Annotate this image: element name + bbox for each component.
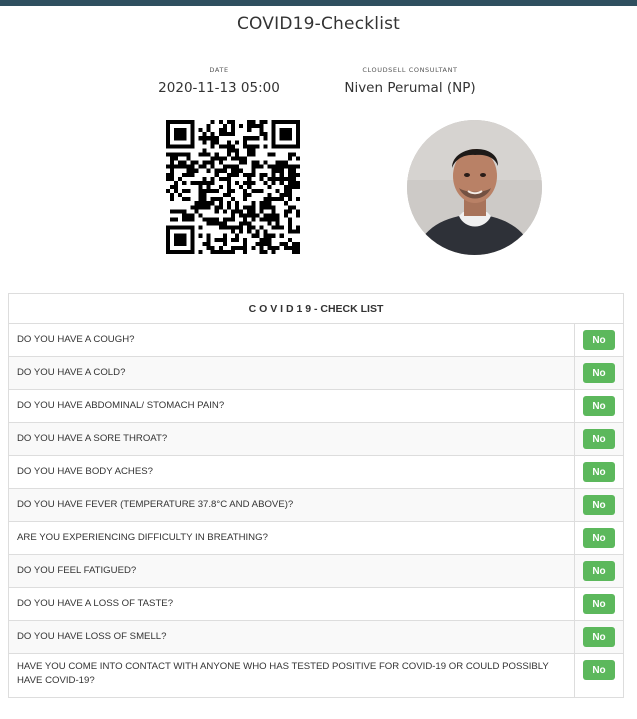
- answer-badge: No: [583, 330, 615, 350]
- date-value: 2020-11-13 05:00: [158, 80, 280, 96]
- answer-badge: No: [583, 561, 615, 581]
- answer-badge: No: [583, 429, 615, 449]
- table-row: DO YOU HAVE A COLD? No: [9, 357, 623, 390]
- question-text: DO YOU HAVE ABDOMINAL/ STOMACH PAIN?: [9, 390, 575, 422]
- table-row: DO YOU HAVE A COUGH? No: [9, 324, 623, 357]
- checklist-heading: C O V I D 1 9 - CHECK LIST: [9, 294, 623, 324]
- table-row: DO YOU HAVE A SORE THROAT? No: [9, 423, 623, 456]
- answer-badge: No: [583, 594, 615, 614]
- answer-cell: No: [575, 489, 623, 521]
- answer-badge: No: [583, 363, 615, 383]
- consultant-label: CLOUDSELL CONSULTANT: [362, 66, 458, 74]
- answer-badge: No: [583, 660, 615, 680]
- question-text: DO YOU HAVE A SORE THROAT?: [9, 423, 575, 455]
- answer-cell: No: [575, 588, 623, 620]
- answer-badge: No: [583, 495, 615, 515]
- answer-badge: No: [583, 528, 615, 548]
- answer-cell: No: [575, 555, 623, 587]
- consultant-block: CLOUDSELL CONSULTANT Niven Perumal (NP): [330, 66, 490, 96]
- question-text: HAVE YOU COME INTO CONTACT WITH ANYONE W…: [9, 654, 575, 697]
- table-row: DO YOU FEEL FATIGUED? No: [9, 555, 623, 588]
- question-text: DO YOU FEEL FATIGUED?: [9, 555, 575, 587]
- answer-cell: No: [575, 357, 623, 389]
- question-text: DO YOU HAVE A COLD?: [9, 357, 575, 389]
- answer-cell: No: [575, 654, 623, 697]
- answer-cell: No: [575, 390, 623, 422]
- page-title: COVID19-Checklist: [236, 14, 401, 34]
- question-text: DO YOU HAVE A COUGH?: [9, 324, 575, 356]
- consultant-value: Niven Perumal (NP): [344, 80, 476, 96]
- answer-cell: No: [575, 324, 623, 356]
- answer-badge: No: [583, 462, 615, 482]
- date-block: DATE 2020-11-13 05:00: [139, 66, 299, 96]
- table-row: DO YOU HAVE FEVER (TEMPERATURE 37.8°C AN…: [9, 489, 623, 522]
- answer-cell: No: [575, 621, 623, 653]
- answer-cell: No: [575, 456, 623, 488]
- answer-badge: No: [583, 627, 615, 647]
- question-text: DO YOU HAVE FEVER (TEMPERATURE 37.8°C AN…: [9, 489, 575, 521]
- answer-cell: No: [575, 522, 623, 554]
- top-bar: [0, 0, 637, 6]
- qr-code-icon: [166, 120, 300, 254]
- table-row: DO YOU HAVE A LOSS OF TASTE? No: [9, 588, 623, 621]
- answer-badge: No: [583, 396, 615, 416]
- date-label: DATE: [209, 66, 229, 74]
- table-row: DO YOU HAVE LOSS OF SMELL? No: [9, 621, 623, 654]
- question-text: ARE YOU EXPERIENCING DIFFICULTY IN BREAT…: [9, 522, 575, 554]
- question-text: DO YOU HAVE LOSS OF SMELL?: [9, 621, 575, 653]
- checklist-table: C O V I D 1 9 - CHECK LIST DO YOU HAVE A…: [8, 293, 624, 698]
- question-text: DO YOU HAVE A LOSS OF TASTE?: [9, 588, 575, 620]
- question-text: DO YOU HAVE BODY ACHES?: [9, 456, 575, 488]
- answer-cell: No: [575, 423, 623, 455]
- table-row: DO YOU HAVE ABDOMINAL/ STOMACH PAIN? No: [9, 390, 623, 423]
- table-row: HAVE YOU COME INTO CONTACT WITH ANYONE W…: [9, 654, 623, 697]
- table-row: DO YOU HAVE BODY ACHES? No: [9, 456, 623, 489]
- consultant-avatar: [407, 120, 542, 255]
- table-row: ARE YOU EXPERIENCING DIFFICULTY IN BREAT…: [9, 522, 623, 555]
